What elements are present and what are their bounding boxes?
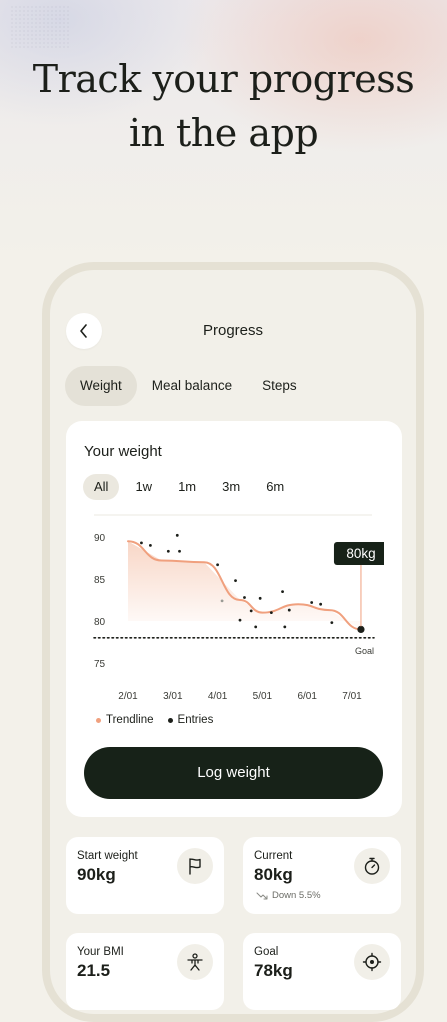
entry-point — [243, 596, 246, 599]
legend-trendline: Trendline — [96, 714, 154, 726]
x-tick-label: 7/01 — [342, 691, 362, 702]
headline: Track your progress in the app — [0, 52, 447, 160]
screen-title: Progress — [202, 322, 264, 339]
x-tick-label: 6/01 — [297, 691, 317, 702]
entry-point — [234, 579, 237, 583]
stat-change: Down 5.5% — [256, 890, 321, 901]
stat-label: Your BMI — [77, 946, 124, 958]
entry-point — [258, 596, 262, 600]
tab-bar: Weight Meal balance Steps — [65, 366, 312, 406]
y-tick-label: 80 — [94, 617, 106, 628]
chevron-left-icon — [80, 324, 87, 338]
goal-label: Goal — [355, 646, 374, 656]
y-tick-label: 75 — [94, 659, 106, 670]
stat-value: 78kg — [254, 961, 293, 980]
entry-point — [178, 549, 181, 553]
stat-label: Current — [254, 850, 293, 862]
entry-point — [330, 621, 334, 625]
entry-point — [149, 544, 152, 547]
stat-card-start-weight[interactable]: Start weight 90kg — [66, 837, 224, 914]
stat-card-goal[interactable]: Goal 78kg — [243, 933, 401, 1010]
trendline-area — [128, 541, 361, 630]
entry-point — [175, 533, 179, 537]
x-tick-label: 3/01 — [163, 691, 183, 702]
legend-entries-label: Entries — [177, 714, 214, 726]
entries-swatch — [167, 717, 173, 723]
range-1m[interactable]: 1m — [168, 474, 206, 500]
y-tick-label: 90 — [94, 533, 106, 544]
entry-point — [319, 602, 323, 606]
stat-card-bmi[interactable]: Your BMI 21.5 — [66, 933, 224, 1010]
entry-point — [283, 625, 287, 629]
entry-point — [281, 590, 284, 593]
stat-value: 21.5 — [77, 961, 111, 980]
entry-point — [254, 625, 258, 629]
entry-point — [140, 541, 143, 545]
entry-point — [216, 563, 220, 567]
chart-legend: Trendline Entries — [96, 714, 213, 726]
stat-value: 90kg — [77, 865, 116, 884]
latest-entry-point — [357, 625, 365, 633]
weight-chart: 90 85 80 75 2/01 3/01 4/01 5/01 6/01 7/01 Goal 80kg — [93, 514, 384, 702]
stat-change-text: Down 5.5% — [272, 890, 321, 901]
trendline-swatch — [96, 717, 101, 723]
stat-label: Goal — [254, 946, 279, 958]
stopwatch-icon — [354, 848, 390, 884]
entry-point — [220, 599, 224, 603]
entry-point — [249, 609, 253, 613]
legend-entries: Entries — [167, 714, 214, 726]
entry-point — [310, 601, 314, 604]
entry-point — [238, 618, 242, 622]
weight-card-title: Your weight — [84, 443, 162, 460]
range-all[interactable]: All — [83, 474, 120, 500]
flag-icon — [177, 848, 213, 884]
x-tick-label: 2/01 — [118, 691, 138, 702]
entry-point — [287, 608, 291, 612]
range-3m[interactable]: 3m — [212, 474, 250, 500]
callout-label: 80kg — [346, 546, 375, 561]
tab-meal-balance[interactable]: Meal balance — [137, 366, 247, 406]
range-1w[interactable]: 1w — [125, 474, 162, 500]
x-tick-label: 5/01 — [253, 691, 273, 702]
range-6m[interactable]: 6m — [256, 474, 294, 500]
log-weight-button[interactable]: Log weight — [84, 747, 383, 799]
headline-line-2: in the app — [128, 111, 319, 155]
trend-down-icon — [256, 892, 268, 899]
stat-value: 80kg — [254, 865, 293, 884]
stat-label: Start weight — [77, 850, 138, 862]
tab-weight[interactable]: Weight — [65, 366, 137, 406]
headline-line-1: Track your progress — [32, 57, 415, 101]
entry-point — [166, 549, 170, 553]
stat-card-current[interactable]: Current 80kg Down 5.5% — [243, 837, 401, 914]
tab-steps[interactable]: Steps — [247, 366, 312, 406]
x-tick-label: 4/01 — [208, 691, 228, 702]
back-button[interactable] — [66, 313, 102, 349]
range-selector: All 1w 1m 3m 6m — [83, 474, 294, 500]
body-icon — [177, 944, 213, 980]
texture-decoration — [10, 5, 70, 50]
entry-point — [269, 611, 273, 614]
target-icon — [354, 944, 390, 980]
y-tick-label: 85 — [94, 575, 106, 586]
legend-trendline-label: Trendline — [106, 714, 154, 726]
